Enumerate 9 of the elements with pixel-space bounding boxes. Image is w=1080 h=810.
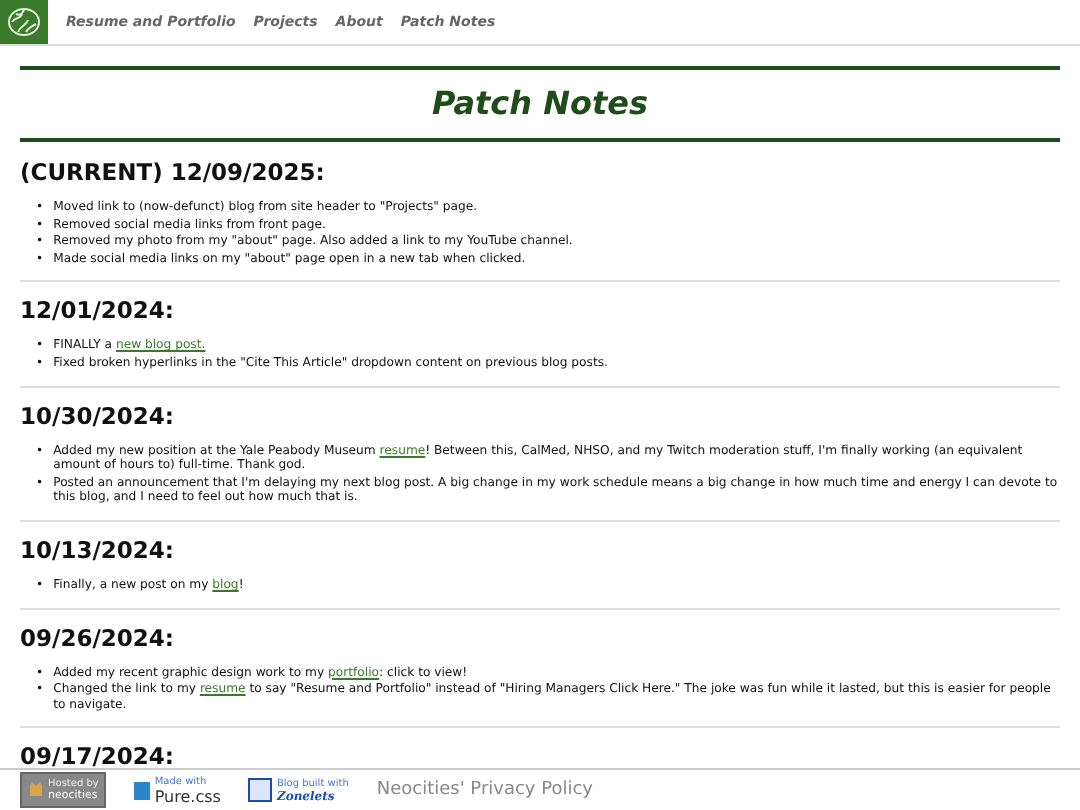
- section-heading: 10/13/2024:: [20, 535, 177, 564]
- page-title: Patch Notes: [430, 84, 650, 122]
- privacy-link[interactable]: Neocities' Privacy Policy: [376, 780, 594, 800]
- badge-label: Pure.css: [154, 787, 221, 805]
- section-heading: 10/30/2024:: [20, 401, 177, 430]
- section-heading: 09/17/2024:: [20, 742, 177, 768]
- section-heading: 09/26/2024:: [20, 623, 177, 652]
- section-heading: (CURRENT) 12/09/2025:: [20, 158, 327, 186]
- section-heading: 12/01/2024:: [20, 296, 177, 325]
